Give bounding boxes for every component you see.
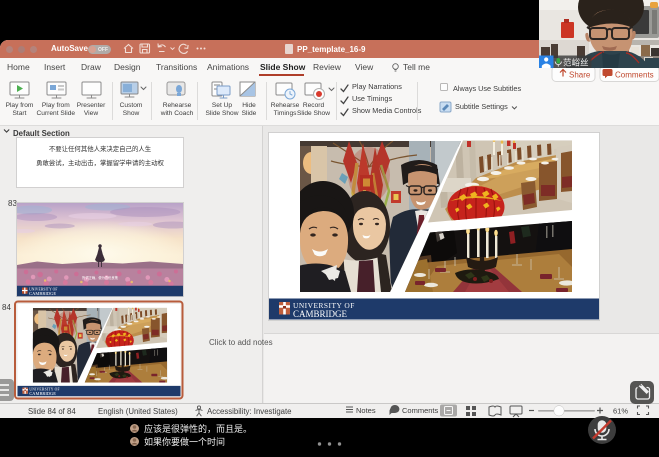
svg-text:Comments: Comments <box>615 71 654 80</box>
svg-text:不要让任何其他人来决定自己的人生: 不要让任何其他人来决定自己的人生 <box>49 144 152 153</box>
svg-text:范峪丝: 范峪丝 <box>563 58 589 68</box>
svg-text:Notes: Notes <box>356 406 376 415</box>
svg-text:应该是很弹性的，而且是。: 应该是很弹性的，而且是。 <box>144 423 252 434</box>
svg-text:Share: Share <box>569 71 591 80</box>
svg-text:勇敢尝试，主动出击，掌握留学申请的主动权: 勇敢尝试，主动出击，掌握留学申请的主动权 <box>36 158 164 167</box>
svg-text:如果你要做一个时间: 如果你要做一个时间 <box>144 436 225 447</box>
svg-text:61%: 61% <box>613 407 628 416</box>
svg-text:Comments: Comments <box>402 406 439 415</box>
